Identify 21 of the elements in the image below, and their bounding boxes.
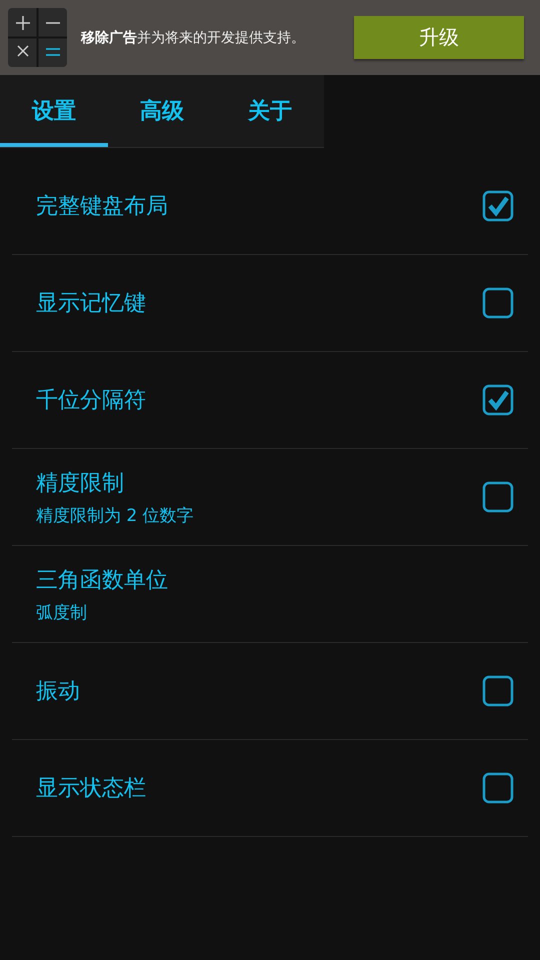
setting-title[interactable]: 精度限制	[36, 468, 482, 498]
setting-title[interactable]: 显示记忆键	[36, 288, 482, 318]
checkbox[interactable]	[482, 384, 514, 416]
upgrade-button[interactable]: 升级	[354, 16, 524, 59]
calculator-icon	[8, 8, 67, 67]
setting-summary: 精度限制为 2 位数字	[36, 504, 195, 526]
checkbox[interactable]	[482, 675, 514, 707]
setting-title[interactable]: 完整键盘布局	[36, 191, 482, 221]
setting-title[interactable]: 千位分隔符	[36, 385, 482, 415]
tab[interactable]: 设置	[0, 75, 108, 147]
setting-title[interactable]: 三角函数单位	[36, 564, 514, 594]
setting-title[interactable]: 振动	[36, 676, 482, 706]
ad-message: 移除广告并为将来的开发提供支持。	[81, 28, 306, 46]
setting-title[interactable]: 显示状态栏	[36, 773, 482, 803]
setting-summary: 弧度制	[36, 602, 88, 624]
checkbox[interactable]	[482, 772, 514, 804]
tab[interactable]: 高级	[108, 75, 216, 147]
checkbox[interactable]	[482, 190, 514, 222]
checkbox[interactable]	[482, 287, 514, 319]
tab[interactable]: 关于	[216, 75, 324, 147]
checkbox[interactable]	[482, 481, 514, 513]
